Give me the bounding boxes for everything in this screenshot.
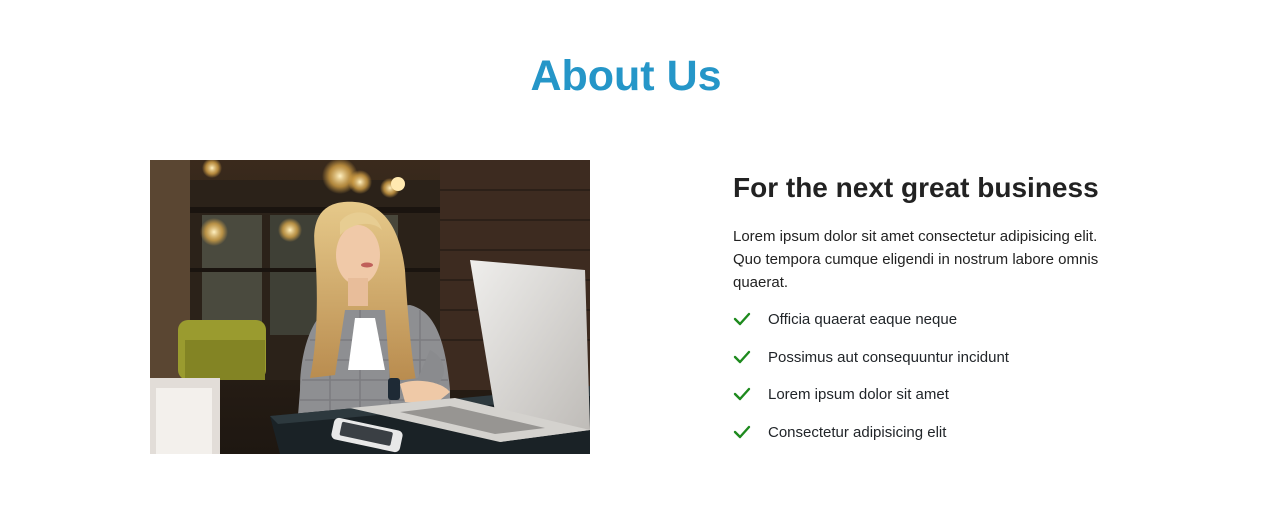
- about-content: For the next great business Lorem ipsum …: [733, 168, 1128, 459]
- section-title: About Us: [530, 52, 722, 100]
- about-description: Lorem ipsum dolor sit amet consectetur a…: [733, 228, 1099, 291]
- check-icon: [733, 312, 751, 326]
- about-heading: For the next great business: [733, 172, 1099, 203]
- list-item: Lorem ipsum dolor sit amet: [733, 384, 1128, 422]
- check-icon: [733, 425, 751, 438]
- about-image: [150, 160, 590, 454]
- check-icon: [733, 350, 751, 363]
- list-item: Consectetur adipisicing elit: [733, 422, 1128, 460]
- list-item: Officia quaerat eaque neque: [733, 309, 1128, 347]
- list-item: Possimus aut consequuntur incidunt: [733, 347, 1128, 385]
- check-icon: [733, 387, 751, 401]
- feature-label: Consectetur adipisicing elit: [768, 423, 947, 441]
- feature-label: Lorem ipsum dolor sit amet: [768, 386, 949, 403]
- feature-list: Officia quaerat eaque neque Possimus aut…: [733, 309, 1128, 459]
- feature-label: Possimus aut consequuntur incidunt: [768, 348, 1009, 366]
- feature-label: Officia quaerat eaque neque: [768, 311, 958, 328]
